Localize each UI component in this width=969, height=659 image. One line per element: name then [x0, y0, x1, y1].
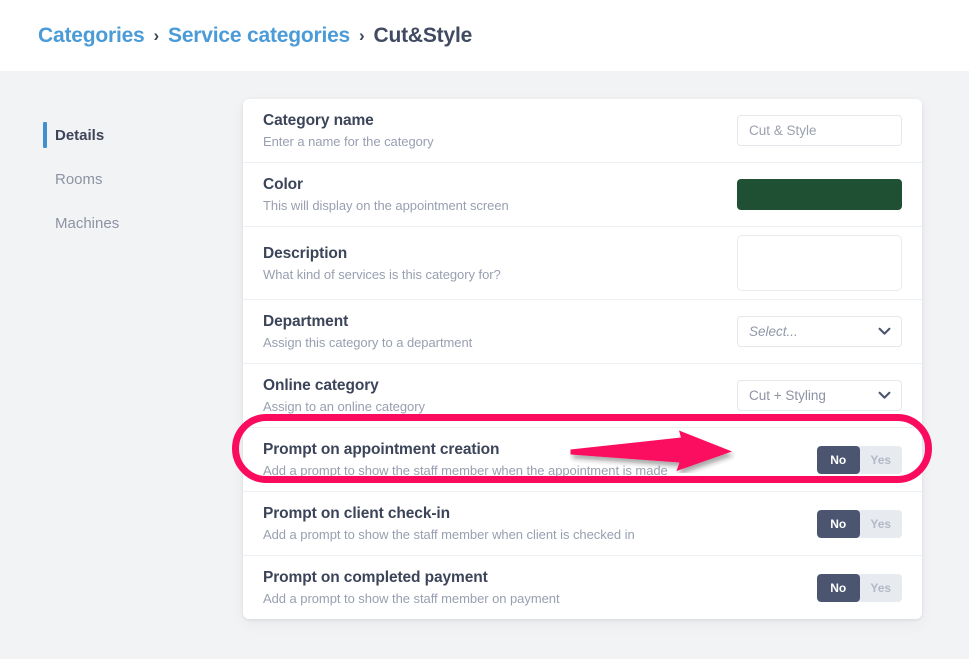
sidebar-item-label: Details	[55, 126, 105, 144]
form-row-prompt-completed-payment: Prompt on completed payment Add a prompt…	[243, 556, 922, 619]
department-select-value[interactable]: Select...	[737, 316, 902, 347]
row-control	[737, 115, 902, 146]
row-label: Color This will display on the appointme…	[263, 163, 509, 226]
active-indicator-bar	[43, 122, 47, 148]
toggle-option-no[interactable]: No	[817, 445, 860, 474]
app-header: Categories › Service categories › Cut&St…	[0, 0, 969, 71]
row-subtitle: This will display on the appointment scr…	[263, 198, 509, 213]
row-title: Category name	[263, 112, 374, 129]
row-subtitle: Add a prompt to show the staff member wh…	[263, 463, 668, 478]
row-control: No Yes	[817, 573, 903, 602]
sidebar-item-label: Rooms	[55, 170, 103, 188]
page-body: Details Rooms Machines Category name Ent…	[0, 71, 969, 659]
row-control: Select...	[737, 316, 902, 347]
online-category-select[interactable]: Cut + Styling	[737, 380, 902, 411]
sidebar-item-label: Machines	[55, 214, 120, 232]
prompt-appointment-creation-toggle[interactable]: No Yes	[817, 445, 903, 474]
breadcrumb-item-service-categories[interactable]: Service categories	[168, 24, 350, 48]
row-control: No Yes	[817, 445, 903, 474]
row-title: Department	[263, 313, 349, 330]
row-subtitle: Add a prompt to show the staff member wh…	[263, 527, 635, 542]
sidebar-item-details[interactable]: Details	[0, 113, 243, 157]
category-name-input[interactable]	[737, 115, 902, 146]
row-title: Prompt on completed payment	[263, 569, 488, 586]
row-label: Department Assign this category to a dep…	[263, 300, 472, 363]
row-label: Prompt on appointment creation Add a pro…	[263, 428, 668, 491]
color-swatch-button[interactable]	[737, 179, 902, 210]
row-subtitle: Assign this category to a department	[263, 335, 473, 350]
description-textarea[interactable]	[737, 235, 902, 291]
online-category-select-value[interactable]: Cut + Styling	[737, 380, 902, 411]
department-select[interactable]: Select...	[737, 316, 902, 347]
prompt-completed-payment-toggle[interactable]: No Yes	[817, 573, 903, 602]
toggle-option-yes[interactable]: Yes	[860, 510, 903, 538]
breadcrumb-item-current: Cut&Style	[373, 23, 473, 47]
toggle-option-yes[interactable]: Yes	[860, 446, 903, 474]
row-subtitle: Enter a name for the category	[263, 134, 434, 149]
row-subtitle: Add a prompt to show the staff member on…	[263, 591, 560, 606]
form-row-prompt-client-checkin: Prompt on client check-in Add a prompt t…	[243, 492, 922, 556]
form-row-prompt-appointment-creation: Prompt on appointment creation Add a pro…	[243, 428, 922, 492]
form-row-color: Color This will display on the appointme…	[243, 163, 922, 227]
sidebar-item-rooms[interactable]: Rooms	[0, 157, 243, 201]
row-title: Prompt on appointment creation	[263, 441, 500, 458]
row-label: Online category Assign to an online cate…	[263, 364, 425, 427]
form-row-online-category: Online category Assign to an online cate…	[243, 364, 922, 428]
breadcrumb: Categories › Service categories › Cut&St…	[38, 24, 472, 48]
prompt-client-checkin-toggle[interactable]: No Yes	[817, 509, 903, 538]
sidebar: Details Rooms Machines	[0, 99, 243, 245]
row-label: Description What kind of services is thi…	[263, 232, 501, 295]
row-control: Cut + Styling	[737, 380, 902, 411]
details-form-card: Category name Enter a name for the categ…	[243, 99, 922, 619]
row-label: Prompt on completed payment Add a prompt…	[263, 556, 560, 619]
breadcrumb-item-categories[interactable]: Categories	[38, 24, 145, 48]
toggle-option-yes[interactable]: Yes	[860, 574, 903, 602]
row-control	[737, 235, 902, 291]
breadcrumb-separator-icon: ›	[153, 25, 160, 45]
form-row-category-name: Category name Enter a name for the categ…	[243, 99, 922, 163]
toggle-option-no[interactable]: No	[817, 509, 860, 538]
row-control: No Yes	[817, 509, 903, 538]
breadcrumb-separator-icon: ›	[359, 25, 365, 45]
row-control	[737, 179, 902, 210]
row-label: Prompt on client check-in Add a prompt t…	[263, 492, 635, 555]
row-title: Online category	[263, 377, 379, 394]
row-title: Color	[263, 176, 303, 193]
row-subtitle: Assign to an online category	[263, 399, 425, 414]
content-layout: Details Rooms Machines Category name Ent…	[0, 99, 969, 619]
form-row-department: Department Assign this category to a dep…	[243, 300, 922, 364]
form-row-description: Description What kind of services is thi…	[243, 227, 922, 300]
row-label: Category name Enter a name for the categ…	[263, 99, 434, 162]
sidebar-item-machines[interactable]: Machines	[0, 201, 243, 245]
row-title: Description	[263, 244, 348, 262]
row-title: Prompt on client check-in	[263, 505, 450, 522]
toggle-option-no[interactable]: No	[817, 573, 860, 602]
row-subtitle: What kind of services is this category f…	[263, 266, 501, 282]
